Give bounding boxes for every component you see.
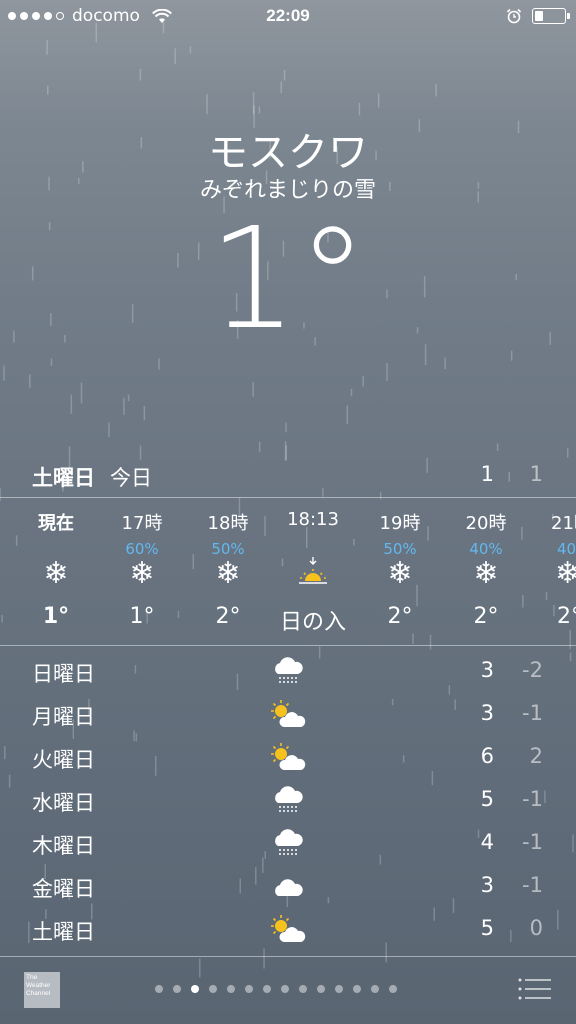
page-indicator[interactable]: [155, 985, 397, 993]
daily-row: 日曜日 3 -2: [0, 650, 576, 693]
hourly-forecast[interactable]: 現在 ❄ 1° 17時 60% ❄ 1° 18時 50% ❄ 2° 18:13 …: [0, 500, 576, 645]
snowflake-icon: ❄: [215, 555, 241, 591]
weather-channel-logo[interactable]: The Weather Channel: [24, 972, 60, 1008]
high-temp: 3: [480, 701, 494, 725]
daily-row: 木曜日 4 -1: [0, 822, 576, 865]
hour-temperature: 2°: [215, 604, 241, 629]
low-temp: -1: [522, 701, 543, 725]
page-dot[interactable]: [389, 985, 397, 993]
list-icon[interactable]: [518, 977, 552, 1001]
hour-temperature: 2°: [557, 604, 576, 629]
status-time: 22:09: [266, 6, 310, 25]
current-temperature: 1°: [208, 198, 368, 361]
hour-label: 17時: [121, 513, 163, 534]
low-temp: -1: [522, 873, 543, 897]
hour-temperature: 2°: [387, 604, 413, 629]
weekday: 水曜日: [32, 791, 95, 815]
today-summary: 土曜日 今日 1 1: [0, 458, 576, 496]
hour-label: 20時: [465, 513, 507, 534]
daily-row: 月曜日 3 -1: [0, 693, 576, 736]
weekday: 火曜日: [32, 748, 95, 772]
today-low: 1: [529, 462, 543, 486]
daily-row: 水曜日 5 -1: [0, 779, 576, 822]
daily-row: 金曜日 3 -1: [0, 865, 576, 908]
divider: [0, 497, 576, 498]
snowflake-icon: ❄: [473, 555, 499, 591]
today-day: 土曜日: [32, 466, 95, 490]
hour-temperature: 1°: [129, 604, 155, 629]
page-dot[interactable]: [281, 985, 289, 993]
high-temp: 6: [480, 744, 494, 768]
snowflake-icon: ❄: [43, 555, 69, 591]
status-bar: docomo 22:09: [0, 0, 576, 36]
battery-icon: [532, 8, 570, 24]
high-temp: 3: [480, 658, 494, 682]
weekday: 木曜日: [32, 834, 95, 858]
page-dot[interactable]: [299, 985, 307, 993]
bottom-toolbar: The Weather Channel: [0, 957, 576, 1024]
snowflake-icon: ❄: [129, 555, 155, 591]
hour-label: 18:13: [287, 509, 339, 530]
high-temp: 5: [480, 787, 494, 811]
page-dot[interactable]: [353, 985, 361, 993]
sunset-label: 日の入: [279, 610, 346, 635]
weekday: 土曜日: [32, 920, 95, 944]
snowflake-icon: ❄: [555, 555, 576, 591]
alarm-clock-icon: [506, 8, 522, 24]
page-dot[interactable]: [155, 985, 163, 993]
low-temp: 2: [529, 744, 543, 768]
sunset-icon: [268, 556, 358, 590]
snow-cloud-icon: [275, 786, 303, 812]
partly-cloudy-icon: [271, 915, 306, 942]
partly-cloudy-icon: [271, 743, 306, 770]
high-temp: 5: [480, 916, 494, 940]
today-label: 今日: [110, 466, 152, 490]
snowflake-icon: ❄: [387, 555, 413, 591]
divider: [0, 645, 576, 646]
weekday: 月曜日: [32, 705, 95, 729]
daily-row: 火曜日 6 2: [0, 736, 576, 779]
hour-label: 19時: [379, 513, 421, 534]
page-dot-active[interactable]: [191, 985, 199, 993]
page-dot[interactable]: [335, 985, 343, 993]
low-temp: -1: [522, 787, 543, 811]
weekday: 金曜日: [32, 877, 95, 901]
hour-label: 18時: [207, 513, 249, 534]
snow-cloud-icon: [275, 829, 303, 855]
snow-cloud-icon: [275, 657, 303, 683]
page-dot[interactable]: [227, 985, 235, 993]
low-temp: -2: [522, 658, 543, 682]
high-temp: 4: [480, 830, 494, 854]
page-dot[interactable]: [371, 985, 379, 993]
page-dot[interactable]: [317, 985, 325, 993]
low-temp: 0: [529, 916, 543, 940]
daily-row: 土曜日 5 0: [0, 908, 576, 951]
today-high: 1: [480, 462, 494, 486]
weekday: 日曜日: [32, 662, 95, 686]
hour-temperature: 2°: [473, 604, 499, 629]
page-dot[interactable]: [173, 985, 181, 993]
hour-temperature: 1°: [42, 604, 70, 629]
partly-cloudy-icon: [271, 700, 306, 727]
hour-label: 現在: [38, 513, 74, 534]
page-dot[interactable]: [209, 985, 217, 993]
cloud-icon: [275, 879, 303, 896]
hour-label: 21時: [551, 513, 576, 534]
high-temp: 3: [480, 873, 494, 897]
page-dot[interactable]: [263, 985, 271, 993]
city-name: モスクワ: [208, 130, 368, 176]
page-dot[interactable]: [245, 985, 253, 993]
low-temp: -1: [522, 830, 543, 854]
